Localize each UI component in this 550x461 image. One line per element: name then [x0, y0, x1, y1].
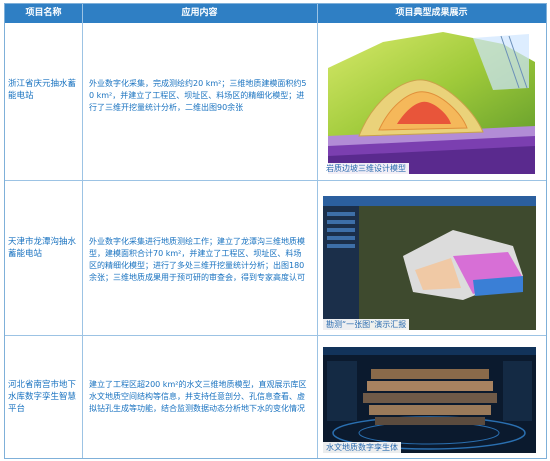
column-divider	[317, 4, 318, 458]
content-longtangou: 外业数字化采集进行地质测绘工作；建立了龙潭沟三维地质模型，建模面积合计70 km…	[89, 237, 305, 282]
content-qingyuan: 外业数字化采集，完成测绘约20 km²；三维地质建模面积约50 km²，并建立了…	[89, 79, 307, 112]
header-typical-results: 项目典型成果展示	[395, 8, 468, 18]
survey-platform-illustration	[323, 196, 536, 330]
image-caption: 水文地质数字孪生体	[323, 442, 401, 453]
column-divider	[82, 4, 83, 458]
project-name-qingyuan: 浙江省庆元抽水蓄能电站	[8, 79, 77, 101]
digital-twin-illustration	[323, 347, 536, 453]
image-caption: 岩质边坡三维设计模型	[323, 163, 409, 174]
image-caption: 勘测“一张图”演示汇报	[323, 319, 410, 330]
project-name-longtangou: 天津市龙潭沟抽水蓄能电站	[8, 237, 77, 259]
table-header: 项目名称 应用内容 项目典型成果展示	[5, 4, 546, 23]
slope-model-illustration	[323, 28, 536, 174]
header-application-content: 应用内容	[181, 8, 218, 18]
project-name-nangong: 河北省南宫市地下水库数字孪生智慧平台	[8, 380, 77, 414]
header-project-name: 项目名称	[25, 8, 62, 18]
slope-design-model-image: 岩质边坡三维设计模型	[323, 28, 536, 174]
row-divider	[5, 180, 546, 181]
row-divider	[5, 335, 546, 336]
hydro-digital-twin-image: 水文地质数字孪生体	[323, 347, 536, 453]
survey-map-demo-image: 勘测“一张图”演示汇报	[323, 196, 536, 330]
content-nangong: 建立了工程区超200 km²的水文三维地质模型，直观展示库区水文地质空间结构等信…	[89, 380, 307, 413]
project-table: 项目名称 应用内容 项目典型成果展示 浙江省庆元抽水蓄能电站 外业数字化采集，完…	[4, 3, 547, 459]
